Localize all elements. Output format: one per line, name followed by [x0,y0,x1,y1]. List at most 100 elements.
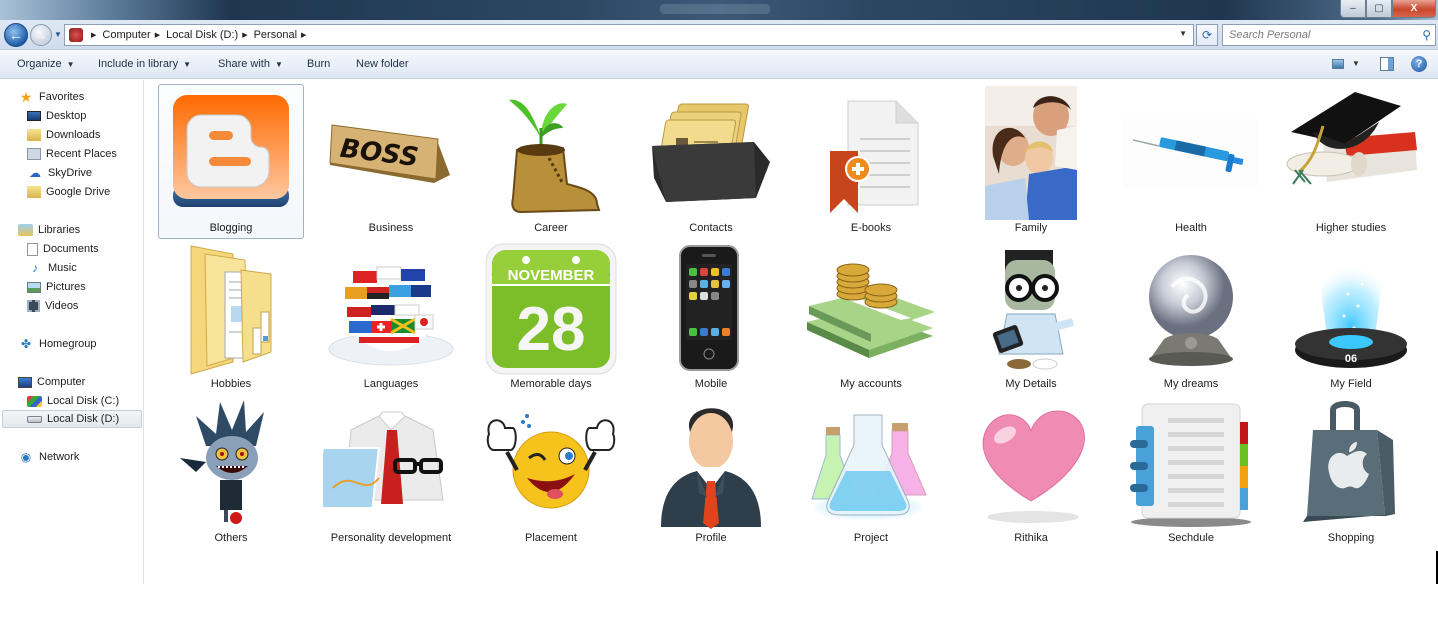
new-folder-button[interactable]: New folder [356,58,409,70]
folder-item-family[interactable]: Family [958,84,1104,239]
lab-flasks-icon [803,397,939,529]
folder-label: E-books [850,222,892,234]
command-bar: Organize ▼ Include in library ▼ Share with… [0,51,1438,79]
sidebar-label: Desktop [46,110,87,122]
folder-location-icon [69,28,83,42]
folder-item-health[interactable]: Health [1118,84,1264,239]
sidebar-item-videos[interactable]: Videos [27,297,78,315]
folder-item-personality-development[interactable]: Personality development [318,394,464,549]
sidebar-item-google-drive[interactable]: Google Drive [27,183,110,201]
folder-item-contacts[interactable]: Contacts [638,84,784,239]
sidebar-item-local-disk-c[interactable]: Local Disk (C:) [27,392,119,410]
document-icon [27,242,38,256]
sidebar-item-downloads[interactable]: Downloads [27,126,100,144]
search-input[interactable] [1223,25,1413,45]
folder-label: My Details [1005,378,1057,390]
breadcrumb-personal[interactable]: Personal ▶ [254,29,313,41]
folder-label: Rithika [1014,532,1048,544]
preview-pane-icon[interactable] [1380,57,1394,71]
folder-item-business[interactable]: BOSS Business [318,84,464,239]
sidebar-item-documents[interactable]: Documents [27,240,99,258]
burn-button[interactable]: Burn [307,58,330,70]
folder-item-project[interactable]: Project [798,394,944,549]
sidebar-item-skydrive[interactable]: ☁ SkyDrive [27,164,92,182]
folder-item-shopping[interactable]: Shopping [1278,394,1424,549]
folder-item-placement[interactable]: Placement [478,394,624,549]
refresh-button[interactable]: ⟳ [1196,24,1218,46]
include-in-library-menu[interactable]: Include in library ▼ [98,58,191,70]
sidebar-item-local-disk-d[interactable]: Local Disk (D:) [2,410,142,428]
sidebar-item-music[interactable]: ♪ Music [27,259,77,277]
folder-item-others[interactable]: Others [158,394,304,549]
folder-item-my-accounts[interactable]: My accounts [798,240,944,395]
breadcrumb-computer[interactable]: Computer ▶ [102,29,166,41]
breadcrumb-local-disk-d[interactable]: Local Disk (D:) ▶ [166,29,254,41]
folder-item-hobbies[interactable]: Hobbies [158,240,304,395]
chevron-right-icon[interactable]: ▶ [301,31,306,39]
organize-menu[interactable]: Organize ▼ [17,58,75,70]
breadcrumb-root-arrow[interactable]: ▶ [87,31,102,39]
sidebar-item-favorites[interactable]: ★ Favorites [18,88,85,106]
forward-button[interactable]: → [30,24,52,46]
minimize-button[interactable]: – [1340,0,1366,18]
folder-label: Sechdule [1168,532,1214,544]
folder-item-my-field[interactable]: 06 My Field [1278,240,1424,395]
hard-drive-icon [27,415,42,423]
folder-item-memorable-days[interactable]: NOVEMBER 28 Memorable days [478,240,624,395]
address-bar[interactable]: ▶ Computer ▶ Local Disk (D:) ▶ Personal ▶ ▼ [64,24,1194,46]
sidebar-item-libraries[interactable]: Libraries [18,221,80,239]
search-box[interactable]: ⚲ [1222,24,1436,46]
blogger-icon [163,87,299,219]
search-icon[interactable]: ⚲ [1422,28,1431,42]
sidebar-item-pictures[interactable]: Pictures [27,278,86,296]
chevron-right-icon[interactable]: ▶ [242,31,247,39]
sidebar-item-desktop[interactable]: Desktop [27,107,86,125]
folder-item-my-dreams[interactable]: My dreams [1118,240,1264,395]
picture-icon [27,281,41,293]
folder-item-career[interactable]: Career [478,84,624,239]
boot-sprout-icon [483,87,619,219]
thumbs-up-smiley-icon [483,397,619,529]
folder-label: Languages [363,378,419,390]
folder-label: Others [214,532,248,544]
chevron-right-icon[interactable]: ▶ [155,31,160,39]
sidebar-label: Network [39,451,80,463]
close-button[interactable]: X [1392,0,1436,18]
share-with-menu[interactable]: Share with ▼ [218,58,283,70]
sidebar-label: SkyDrive [48,167,93,179]
film-strip-icon [27,300,40,312]
sidebar-item-recent-places[interactable]: Recent Places [27,145,117,163]
folder-label: Higher studies [1315,222,1387,234]
chevron-down-icon: ▼ [183,60,192,69]
folder-item-languages[interactable]: Languages [318,240,464,395]
breadcrumb-label: Computer [102,29,151,41]
folder-item-mobile[interactable]: Mobile [638,240,784,395]
address-dropdown-icon[interactable]: ▼ [1179,29,1187,38]
folder-item-my-details[interactable]: My Details [958,240,1104,395]
folder-item-higher-studies[interactable]: Higher studies [1278,84,1424,239]
star-icon: ★ [19,88,33,105]
view-options-dropdown[interactable]: ▼ [1352,59,1360,68]
chevron-down-icon: ▼ [66,60,75,69]
folder-item-sechdule[interactable]: Sechdule [1118,394,1264,549]
sidebar-item-network[interactable]: ◉ Network [18,448,80,466]
folder-label: Business [368,222,414,234]
help-icon[interactable]: ? [1411,56,1427,72]
sidebar-item-homegroup[interactable]: ✤ Homegroup [18,335,97,353]
folder-item-profile[interactable]: Profile [638,394,784,549]
folder-item-rithika[interactable]: Rithika [958,394,1104,549]
recent-pages-dropdown[interactable]: ▼ [54,30,62,39]
blank-area [0,584,1438,642]
back-button[interactable]: ← [4,23,28,47]
folder-item-e-books[interactable]: E-books [798,84,944,239]
svg-text:NOVEMBER: NOVEMBER [508,267,595,284]
heart-icon [963,397,1099,529]
folder-item-blogging[interactable]: Blogging [158,84,304,239]
change-view-icon[interactable] [1332,59,1344,69]
sidebar-label: Pictures [46,281,86,293]
organize-label: Organize [17,58,62,70]
sidebar-item-computer[interactable]: Computer [18,373,85,391]
folder-label: Hobbies [210,378,252,390]
folder-label: Project [853,532,889,544]
maximize-button[interactable]: ▢ [1366,0,1392,18]
